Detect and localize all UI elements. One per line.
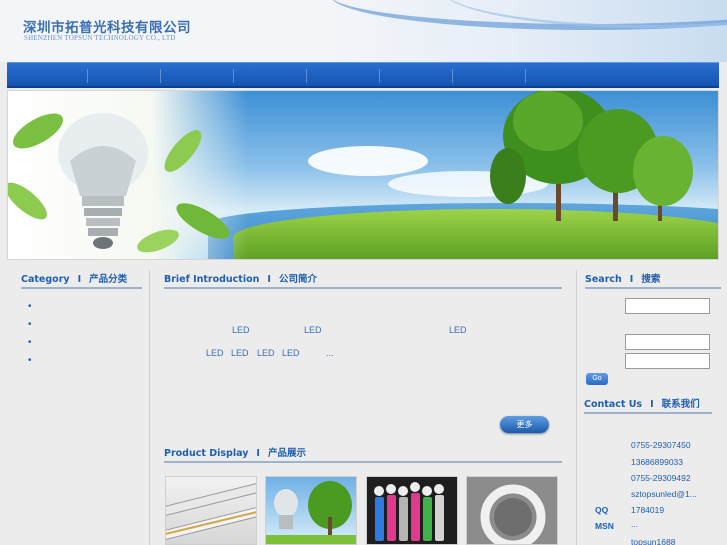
ring-lamp-icon — [480, 484, 546, 544]
intro-title-cn: 公司简介 — [278, 274, 317, 285]
intro-title-en: Brief Introduction — [164, 274, 260, 285]
contact-title-cn: 联系我们 — [661, 399, 700, 410]
bulb-tree-icon — [266, 481, 356, 544]
qq-label: QQ — [595, 505, 609, 515]
products-panel: Product Display I 产品展示 — [164, 444, 562, 463]
nav-separator — [87, 69, 88, 83]
contact-skype: topsun1688 — [631, 537, 676, 545]
intro-fragment: LED — [231, 348, 249, 358]
msn-label: MSN — [595, 521, 614, 531]
contact-msn: ... — [631, 519, 639, 529]
intro-fragment: LED — [282, 348, 300, 358]
title-divider: I — [256, 448, 260, 459]
contact-heading: Contact Us I 联系我们 — [584, 395, 712, 414]
intro-panel: Brief Introduction I 公司简介 LED LED LED LED … — [164, 270, 562, 398]
contact-tel: 0755-29307450 — [631, 440, 691, 450]
flashlights-icon — [374, 482, 444, 541]
category-title-en: Category — [21, 274, 70, 285]
trees-illustration — [490, 91, 693, 221]
product-led-tube-image[interactable] — [165, 476, 257, 545]
intro-fragment: LED — [257, 348, 275, 358]
search-field-3[interactable] — [625, 353, 710, 369]
nav-separator — [233, 69, 234, 83]
main-nav — [7, 62, 719, 88]
intro-fragment: LED — [449, 325, 467, 335]
contact-mobile: 13686899033 — [631, 457, 684, 467]
products-title-en: Product Display — [164, 448, 249, 459]
intro-heading: Brief Introduction I 公司简介 — [164, 270, 562, 289]
more-button[interactable]: 更多 — [500, 416, 549, 433]
led-tube-icon — [166, 482, 256, 541]
contact-email[interactable]: sztopsunled@1... — [631, 489, 697, 499]
search-field-2[interactable] — [625, 334, 710, 350]
product-thumbnails — [164, 476, 562, 545]
category-panel: Category I 产品分类 • • • • — [14, 270, 150, 545]
title-divider: I — [650, 399, 654, 410]
product-flashlights-image[interactable] — [366, 476, 458, 545]
contact-fax: 0755-29309492 — [631, 473, 691, 483]
category-item[interactable]: • — [28, 355, 149, 373]
nav-separator — [306, 69, 307, 83]
search-heading: Search I 搜索 — [585, 270, 721, 289]
contact-qq[interactable]: 1784019 — [631, 505, 664, 515]
hero-banner — [7, 90, 719, 260]
category-item[interactable]: • — [28, 319, 149, 337]
search-go-button[interactable]: Go — [586, 373, 608, 385]
contact-title-en: Contact Us — [584, 399, 643, 410]
nav-separator — [379, 69, 380, 83]
product-ring-lamp-image[interactable] — [466, 476, 558, 545]
nav-separator — [160, 69, 161, 83]
intro-fragment: LED — [304, 325, 322, 335]
products-heading: Product Display I 产品展示 — [164, 444, 562, 463]
category-heading: Category I 产品分类 — [21, 270, 142, 289]
product-bulb-image[interactable] — [265, 476, 357, 545]
company-name-en: SHENZHEN TOPSUN TECHNOLOGY CO., LTD — [24, 34, 176, 42]
category-title-cn: 产品分类 — [89, 274, 128, 285]
intro-fragment: LED — [206, 348, 224, 358]
nav-separator — [452, 69, 453, 83]
company-name-cn[interactable]: 深圳市拓普光科技有限公司 — [23, 16, 191, 36]
bulb-illustration — [8, 113, 230, 253]
cloud-shape — [308, 146, 428, 176]
intro-text: LED LED LED LED LED LED LED ... — [164, 303, 562, 398]
search-keyword-input[interactable] — [625, 298, 710, 314]
category-item[interactable]: • — [28, 337, 149, 355]
site-header: 深圳市拓普光科技有限公司 SHENZHEN TOPSUN TECHNOLOGY … — [0, 0, 727, 62]
title-divider: I — [629, 274, 634, 285]
products-title-cn: 产品展示 — [267, 448, 306, 459]
intro-fragment: ... — [326, 348, 334, 358]
search-title-en: Search — [585, 274, 622, 285]
title-divider: I — [77, 274, 82, 285]
title-divider: I — [267, 274, 271, 285]
intro-fragment: LED — [232, 325, 250, 335]
category-item[interactable]: • — [28, 301, 149, 319]
category-list: • • • • — [14, 301, 149, 373]
nav-separator — [525, 69, 526, 83]
search-title-cn: 搜索 — [641, 274, 661, 285]
